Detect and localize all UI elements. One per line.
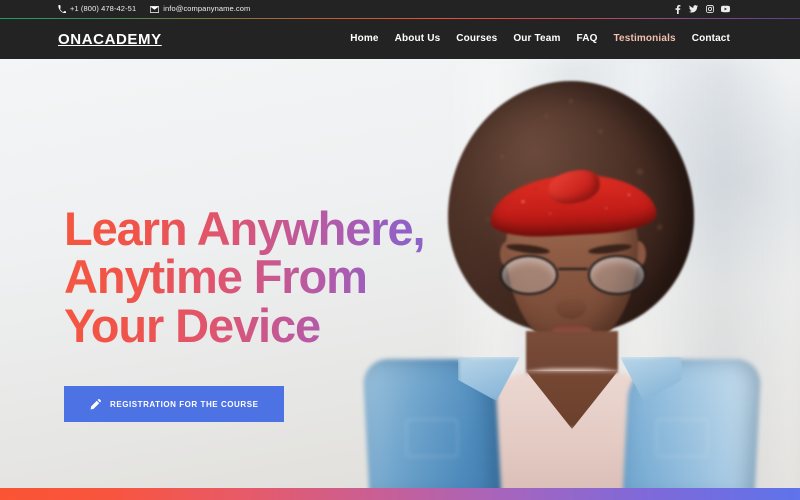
email-address: info@companyname.com bbox=[163, 4, 251, 14]
pencil-icon bbox=[90, 398, 101, 410]
jacket-pocket-right bbox=[656, 419, 708, 457]
eyeglasses bbox=[498, 255, 648, 295]
bottom-gradient-bar bbox=[0, 488, 800, 500]
phone-number: +1 (800) 478-42-51 bbox=[70, 4, 137, 14]
nav-item-courses[interactable]: Courses bbox=[456, 34, 497, 44]
headline-line-1: Learn Anywhere, bbox=[64, 202, 425, 255]
nav-links-group: Home About Us Courses Our Team FAQ Testi… bbox=[350, 34, 730, 44]
nav-item-our-team[interactable]: Our Team bbox=[513, 34, 560, 44]
landing-page: +1 (800) 478-42-51 info@companyname.com bbox=[0, 0, 800, 500]
hero-section: Learn Anywhere, Anytime From Your Device… bbox=[0, 59, 800, 500]
nose-shadow bbox=[556, 297, 586, 319]
envelope-icon bbox=[150, 5, 160, 13]
phone-icon bbox=[58, 5, 66, 13]
email-link[interactable]: info@companyname.com bbox=[150, 5, 250, 13]
hero-content: Learn Anywhere, Anytime From Your Device… bbox=[64, 205, 494, 423]
contact-info-group: +1 (800) 478-42-51 info@companyname.com bbox=[58, 5, 250, 13]
twitter-icon[interactable] bbox=[689, 5, 698, 14]
nav-item-faq[interactable]: FAQ bbox=[577, 34, 598, 44]
cta-label: REGISTRATION FOR THE COURSE bbox=[110, 399, 259, 409]
jacket-pocket-left bbox=[406, 419, 458, 457]
nav-item-testimonials[interactable]: Testimonials bbox=[614, 34, 676, 44]
registration-cta-button[interactable]: REGISTRATION FOR THE COURSE bbox=[64, 386, 285, 423]
lens-left bbox=[500, 255, 558, 295]
lens-right bbox=[588, 255, 646, 295]
phone-link[interactable]: +1 (800) 478-42-51 bbox=[58, 5, 136, 13]
headline-line-3: Your Device bbox=[64, 298, 321, 352]
main-navigation-bar: ONACADEMY Home About Us Courses Our Team… bbox=[0, 19, 800, 59]
nav-item-contact[interactable]: Contact bbox=[692, 34, 730, 44]
top-contact-bar: +1 (800) 478-42-51 info@companyname.com bbox=[0, 0, 800, 18]
social-links-group bbox=[673, 4, 730, 14]
nav-item-home[interactable]: Home bbox=[350, 34, 378, 44]
glasses-bridge bbox=[558, 268, 588, 271]
nav-item-about-us[interactable]: About Us bbox=[395, 34, 441, 44]
headline-line-2: Anytime From bbox=[64, 250, 367, 304]
hero-headline: Learn Anywhere, Anytime From Your Device bbox=[64, 205, 494, 350]
instagram-icon[interactable] bbox=[705, 5, 714, 14]
facebook-icon[interactable] bbox=[673, 4, 682, 14]
youtube-icon[interactable] bbox=[721, 5, 730, 14]
site-logo[interactable]: ONACADEMY bbox=[58, 32, 162, 47]
